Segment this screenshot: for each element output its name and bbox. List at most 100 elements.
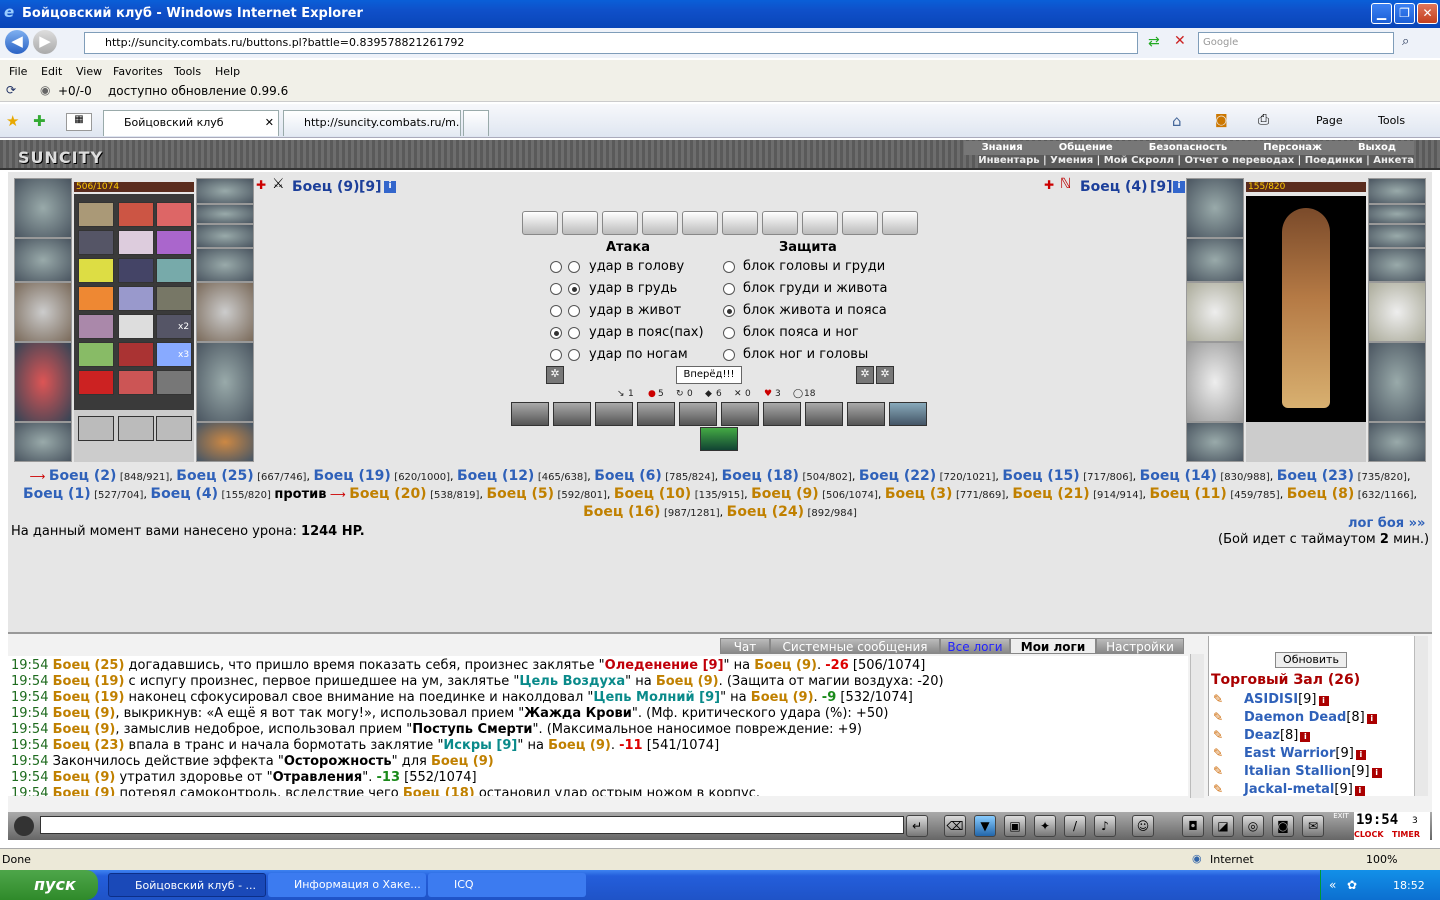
spell-button[interactable] xyxy=(762,211,798,235)
task-info[interactable]: Информация о Хаке... xyxy=(268,873,426,897)
menu-exit[interactable]: Выход xyxy=(1340,141,1414,154)
inv-item[interactable] xyxy=(118,258,154,283)
refresh-icon[interactable]: ⇄ xyxy=(1148,34,1160,50)
chat-input[interactable] xyxy=(40,816,904,834)
inv-item[interactable] xyxy=(118,314,154,339)
inv-item[interactable] xyxy=(78,230,114,255)
fighter-link[interactable]: Боец (23) xyxy=(1277,468,1354,484)
fighter-link[interactable]: Боец (1) xyxy=(23,486,91,502)
actor-link[interactable]: Боец (19) xyxy=(53,674,125,689)
add-favorites-icon[interactable]: ✚ xyxy=(33,112,46,130)
tab-system[interactable]: Системные сообщения xyxy=(770,638,940,654)
music-icon[interactable]: ♪ xyxy=(1094,815,1116,837)
defense-radio[interactable] xyxy=(723,349,735,361)
save-icon[interactable]: ▣ xyxy=(1004,815,1026,837)
technique-slot[interactable] xyxy=(553,402,591,426)
spell-button[interactable] xyxy=(882,211,918,235)
user-item[interactable]: Daemon Dead[8] i xyxy=(1244,710,1377,725)
inv-item[interactable] xyxy=(156,202,192,227)
technique-slot[interactable] xyxy=(847,402,885,426)
inv-item[interactable] xyxy=(156,286,192,311)
actor-link[interactable]: Боец (9) xyxy=(53,770,116,785)
fighter-link[interactable]: Боец (6) xyxy=(594,468,662,484)
target-link[interactable]: Боец (9) xyxy=(656,674,719,689)
maximize-button[interactable]: ❐ xyxy=(1394,3,1415,24)
mail-icon[interactable]: ✉ xyxy=(1302,815,1324,837)
target-link[interactable]: Боец (9) xyxy=(548,738,611,753)
menu-knowledge[interactable]: Знания xyxy=(964,141,1041,154)
target-link[interactable]: Боец (18) xyxy=(403,786,475,796)
tab-chat[interactable]: Чат xyxy=(720,638,770,654)
forward-button[interactable]: ▶ xyxy=(33,30,57,54)
left-weapon-slot[interactable] xyxy=(14,282,72,342)
menu-edit[interactable]: Edit xyxy=(41,65,62,78)
technique-slot[interactable] xyxy=(679,402,717,426)
user-info-icon[interactable]: i xyxy=(1300,732,1311,742)
new-tab-button[interactable] xyxy=(463,110,489,136)
gloves-slot[interactable] xyxy=(196,248,254,282)
attack-radio-a[interactable] xyxy=(550,305,562,317)
start-button[interactable]: пуск xyxy=(0,870,98,900)
enemy-ring-slot[interactable] xyxy=(1368,178,1426,204)
spell-button[interactable] xyxy=(842,211,878,235)
tray-icon[interactable]: ✿ xyxy=(1347,878,1357,892)
inv-item[interactable] xyxy=(156,230,192,255)
right-weapon-slot[interactable] xyxy=(196,282,254,342)
user-info-icon[interactable]: i xyxy=(1354,786,1365,796)
boots-slot[interactable] xyxy=(196,422,254,462)
mask-icon[interactable]: ◎ xyxy=(1242,815,1264,837)
user-info-icon[interactable]: i xyxy=(1318,696,1329,706)
tab-my-logs[interactable]: Мои логи xyxy=(1010,638,1096,654)
chat-mode-icon[interactable] xyxy=(14,816,34,836)
zoom-level[interactable]: 100% xyxy=(1366,853,1397,866)
enemy-right-weapon-slot[interactable] xyxy=(1368,282,1426,342)
fighter-link[interactable]: Боец (22) xyxy=(859,468,936,484)
fighter-link[interactable]: Боец (18) xyxy=(722,468,799,484)
actor-link[interactable]: Боец (23) xyxy=(53,738,125,753)
actor-link[interactable]: Боец (9) xyxy=(53,706,116,721)
inv-item[interactable] xyxy=(118,370,154,395)
tab-all-logs[interactable]: Все логи xyxy=(940,638,1010,654)
inv-item[interactable] xyxy=(156,258,192,283)
defense-radio[interactable] xyxy=(723,283,735,295)
page-menu[interactable]: Page xyxy=(1316,114,1343,127)
target-link[interactable]: Боец (9) xyxy=(754,658,817,673)
search-icon[interactable]: ⌕ xyxy=(1402,34,1409,49)
user-info-icon[interactable]: i xyxy=(1355,750,1366,760)
gift-icon[interactable]: ◙ xyxy=(1272,815,1294,837)
fighter-link[interactable]: Боец (20) xyxy=(349,486,426,502)
menu-tools[interactable]: Tools xyxy=(174,65,201,78)
battle-log-link[interactable]: лог боя »» xyxy=(1348,516,1425,531)
user-name[interactable]: Daemon Dead xyxy=(1244,710,1346,725)
user-item[interactable]: Italian Stallion[9] i xyxy=(1244,764,1382,779)
spell-button[interactable] xyxy=(602,211,638,235)
helmet-slot[interactable] xyxy=(14,178,72,238)
address-input[interactable]: http://suncity.combats.ru/buttons.pl?bat… xyxy=(84,32,1138,54)
update-text[interactable]: доступно обновление 0.99.6 xyxy=(108,84,288,98)
attack-radio-b[interactable] xyxy=(568,305,580,317)
belt-slot[interactable] xyxy=(14,422,72,462)
refresh-users-button[interactable]: Обновить xyxy=(1275,652,1347,668)
spell-button[interactable] xyxy=(522,211,558,235)
actor-link[interactable]: Боец (25) xyxy=(53,658,125,673)
forward-button[interactable]: Вперёд!!! xyxy=(676,366,742,384)
home-icon[interactable]: ⌂ xyxy=(1172,112,1182,130)
fighter-link[interactable]: Боец (24) xyxy=(727,504,804,520)
menu-communication[interactable]: Общение xyxy=(1041,141,1131,154)
task-icq[interactable]: ICQ xyxy=(428,873,586,897)
close-button[interactable]: ✕ xyxy=(1417,3,1438,24)
rune-slot[interactable] xyxy=(118,416,154,441)
spell-button[interactable] xyxy=(682,211,718,235)
switch-target-icon[interactable]: ✲ xyxy=(856,366,874,384)
fighter-link[interactable]: Боец (10) xyxy=(614,486,691,502)
defense-radio[interactable] xyxy=(723,305,735,317)
refresh-battle-icon[interactable]: ✲ xyxy=(546,366,564,384)
target-link[interactable]: Боец (9) xyxy=(431,754,494,769)
rune-slot[interactable] xyxy=(78,416,114,441)
armor-slot[interactable] xyxy=(14,342,72,422)
inv-item[interactable] xyxy=(118,342,154,367)
inv-item[interactable] xyxy=(78,370,114,395)
attack-radio-a[interactable] xyxy=(550,283,562,295)
enemy-armor-slot[interactable] xyxy=(1186,342,1244,422)
game-sub-menu[interactable]: Инвентарь | Умения | Мой Скролл | Отчет … xyxy=(978,155,1414,168)
